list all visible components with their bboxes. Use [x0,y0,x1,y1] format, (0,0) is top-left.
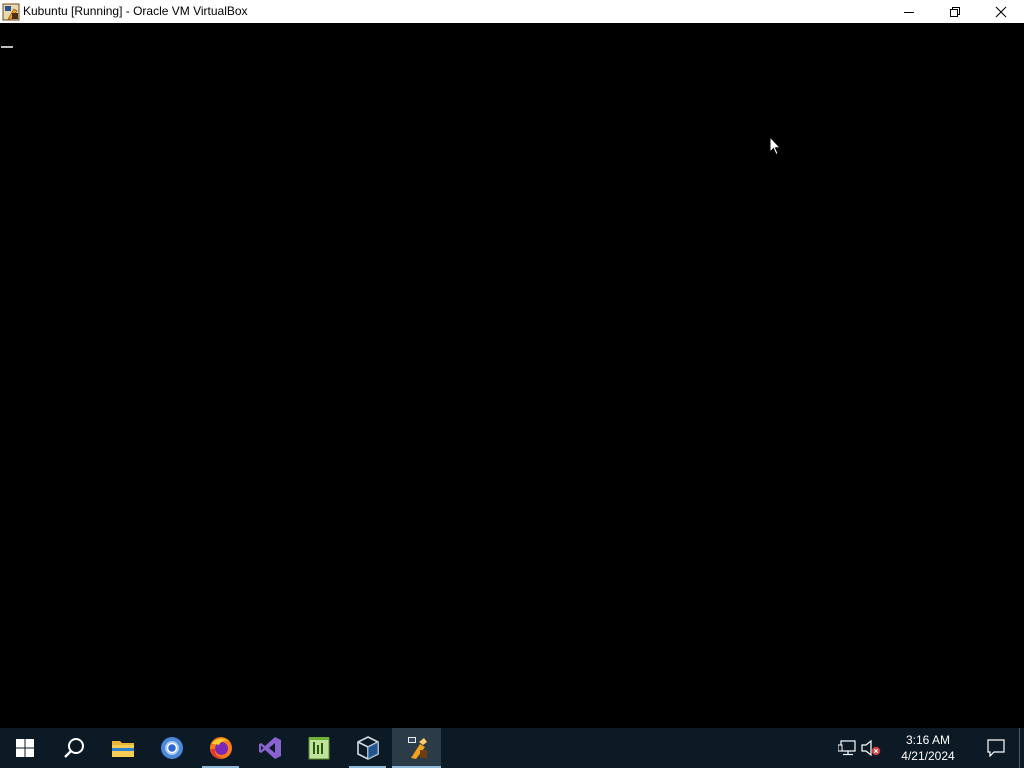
window-controls [886,0,1024,23]
minimize-icon [904,11,914,13]
taskbar-notepad-plus-plus[interactable] [294,728,343,768]
taskbar-visual-studio[interactable] [245,728,294,768]
clock-time: 3:16 AM [905,733,951,747]
mouse-pointer-icon [769,136,781,156]
close-icon [995,6,1007,17]
notepad-icon [308,737,329,760]
restore-icon [950,6,960,17]
taskbar-clock[interactable]: 3:16 AM 4/21/2024 [883,728,973,768]
tray-network-button[interactable] [835,728,859,768]
windows-logo-icon [15,739,34,757]
action-center-button[interactable] [973,728,1019,768]
taskbar-file-explorer[interactable] [98,728,147,768]
taskbar-chrome[interactable] [147,728,196,768]
restore-button[interactable] [932,0,978,23]
folder-icon [111,741,134,757]
network-icon [838,740,856,756]
vm-display[interactable] [0,23,1024,728]
tray-volume-button[interactable] [859,728,883,768]
visual-studio-icon [258,737,281,759]
action-center-icon [987,739,1005,757]
firefox-icon [209,737,232,759]
vm-window-icon [407,737,427,759]
taskbar: 3:16 AM 4/21/2024 [0,728,1024,768]
clock-date: 4/21/2024 [901,749,955,763]
search-icon [63,738,84,758]
taskbar-firefox[interactable] [196,728,245,768]
virtualbox-icon [356,736,379,760]
console-text-cursor [1,46,13,48]
chrome-icon [160,737,183,759]
show-desktop-button[interactable] [1019,728,1024,768]
search-button[interactable] [49,728,98,768]
virtualbox-vm-icon[interactable] [2,3,20,21]
window-titlebar[interactable]: Kubuntu [Running] - Oracle VM VirtualBox [0,0,1024,23]
taskbar-virtualbox-vm[interactable] [392,728,441,768]
system-tray: 3:16 AM 4/21/2024 [835,728,1024,768]
taskbar-virtualbox-manager[interactable] [343,728,392,768]
close-button[interactable] [978,0,1024,23]
minimize-button[interactable] [886,0,932,23]
window-title: Kubuntu [Running] - Oracle VM VirtualBox [23,4,248,18]
volume-muted-icon [861,740,881,756]
start-button[interactable] [0,728,49,768]
